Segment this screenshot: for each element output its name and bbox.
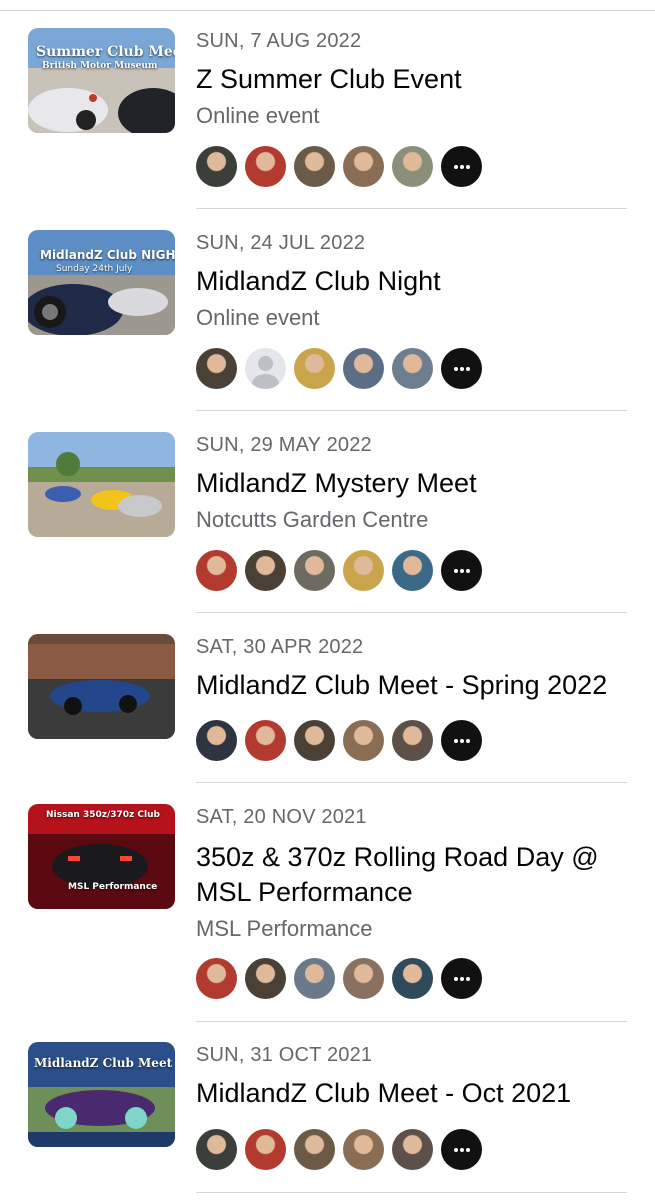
more-attendees-icon[interactable] — [441, 550, 482, 591]
thumb-subtitle: MSL Performance — [68, 882, 158, 892]
avatar[interactable] — [294, 958, 335, 999]
thumb-title: Summer Club Meet — [36, 44, 175, 60]
avatar[interactable] — [343, 1129, 384, 1170]
avatar[interactable] — [196, 1129, 237, 1170]
avatar[interactable] — [343, 146, 384, 187]
more-attendees-icon[interactable] — [441, 1129, 482, 1170]
event-title[interactable]: Z Summer Club Event — [196, 61, 462, 97]
event-date: SAT, 20 NOV 2021 — [196, 806, 367, 828]
event-title[interactable]: 350z & 370z Rolling Road Day @ MSL Perfo… — [196, 840, 646, 910]
avatar[interactable] — [196, 550, 237, 591]
avatar[interactable] — [343, 720, 384, 761]
thumb-title: MidlandZ Club Meet — [34, 1056, 173, 1070]
avatar[interactable] — [392, 146, 433, 187]
avatar[interactable] — [294, 146, 335, 187]
event-date: SUN, 24 JUL 2022 — [196, 232, 366, 254]
avatar[interactable] — [392, 550, 433, 591]
event-location: Online event — [196, 305, 320, 330]
going-avatars[interactable] — [196, 958, 482, 1000]
divider — [196, 1021, 627, 1022]
avatar[interactable] — [343, 348, 384, 389]
avatar[interactable] — [343, 958, 384, 999]
going-avatars[interactable] — [196, 1129, 482, 1171]
divider — [196, 782, 627, 783]
avatar[interactable] — [196, 146, 237, 187]
divider — [196, 410, 627, 411]
avatar[interactable] — [245, 348, 286, 389]
avatar[interactable] — [343, 550, 384, 591]
event-thumbnail[interactable] — [28, 634, 175, 739]
top-divider — [0, 10, 655, 11]
avatar[interactable] — [196, 348, 237, 389]
event-thumbnail[interactable]: MidlandZ Club Meet — [28, 1042, 175, 1147]
event-date: SUN, 7 AUG 2022 — [196, 30, 362, 52]
thumb-title: MidlandZ Club NIGHT — [40, 248, 175, 262]
avatar[interactable] — [294, 1129, 335, 1170]
event-photo — [28, 432, 175, 537]
event-date: SUN, 29 MAY 2022 — [196, 434, 372, 456]
thumb-subtitle: British Motor Museum — [42, 61, 158, 71]
going-avatars[interactable] — [196, 550, 482, 592]
avatar[interactable] — [294, 348, 335, 389]
thumb-subtitle: Sunday 24th July — [56, 264, 133, 274]
avatar[interactable] — [196, 958, 237, 999]
more-attendees-icon[interactable] — [441, 146, 482, 187]
event-thumbnail[interactable]: MidlandZ Club NIGHT Sunday 24th July — [28, 230, 175, 335]
divider — [196, 1192, 627, 1193]
avatar[interactable] — [392, 958, 433, 999]
event-thumbnail[interactable]: Nissan 350z/370z Club MSL Performance — [28, 804, 175, 909]
event-title[interactable]: MidlandZ Club Night — [196, 263, 441, 299]
event-location: Online event — [196, 103, 320, 128]
event-location: Notcutts Garden Centre — [196, 507, 429, 532]
event-title[interactable]: MidlandZ Mystery Meet — [196, 465, 477, 501]
avatar[interactable] — [294, 720, 335, 761]
avatar[interactable] — [294, 550, 335, 591]
divider — [196, 612, 627, 613]
avatar[interactable] — [245, 550, 286, 591]
event-location: MSL Performance — [196, 916, 373, 941]
going-avatars[interactable] — [196, 348, 482, 390]
divider — [196, 208, 627, 209]
event-title[interactable]: MidlandZ Club Meet - Oct 2021 — [196, 1075, 571, 1111]
event-photo — [28, 230, 175, 335]
avatar[interactable] — [245, 146, 286, 187]
event-date: SUN, 31 OCT 2021 — [196, 1044, 373, 1066]
avatar[interactable] — [392, 720, 433, 761]
avatar[interactable] — [245, 958, 286, 999]
event-photo — [28, 634, 175, 739]
more-attendees-icon[interactable] — [441, 720, 482, 761]
avatar[interactable] — [196, 720, 237, 761]
going-avatars[interactable] — [196, 146, 482, 188]
more-attendees-icon[interactable] — [441, 348, 482, 389]
thumb-title: Nissan 350z/370z Club — [46, 810, 160, 820]
event-thumbnail[interactable] — [28, 432, 175, 537]
event-date: SAT, 30 APR 2022 — [196, 636, 364, 658]
avatar[interactable] — [245, 720, 286, 761]
event-thumbnail[interactable]: Summer Club Meet British Motor Museum — [28, 28, 175, 133]
avatar[interactable] — [245, 1129, 286, 1170]
event-title[interactable]: MidlandZ Club Meet - Spring 2022 — [196, 667, 607, 703]
going-avatars[interactable] — [196, 720, 482, 762]
more-attendees-icon[interactable] — [441, 958, 482, 999]
avatar[interactable] — [392, 1129, 433, 1170]
avatar[interactable] — [392, 348, 433, 389]
